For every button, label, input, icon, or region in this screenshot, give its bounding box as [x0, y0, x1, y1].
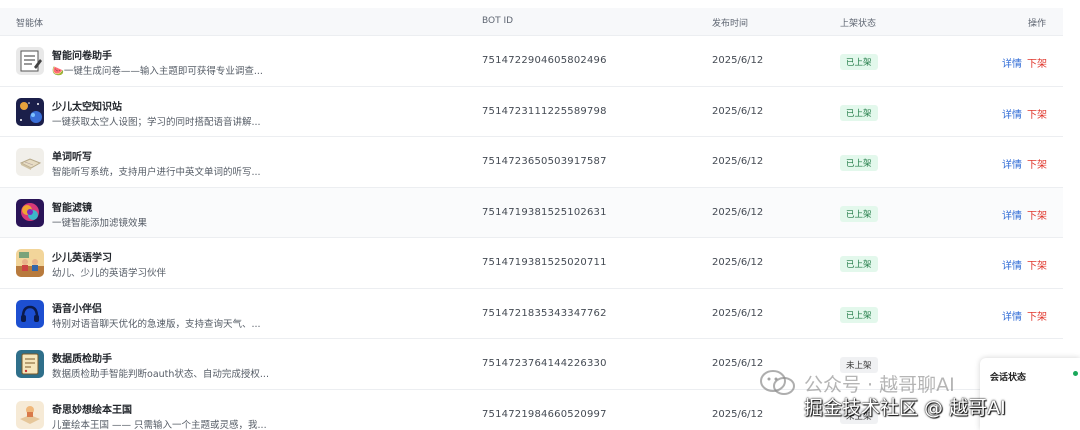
- table-row: 单词听写 智能听写系统，支持用户进行中英文单词的听写... 7514723650…: [0, 137, 1063, 188]
- bot-id: 7514722904605802496: [482, 55, 607, 66]
- bot-name: 数据质检助手: [52, 354, 112, 365]
- detail-link[interactable]: 详情: [1002, 55, 1022, 70]
- col-botid-header: BOT ID: [482, 16, 514, 26]
- bot-desc: 数据质检助手智能判断oauth状态、自动完成授权...: [52, 369, 269, 380]
- detail-link[interactable]: 详情: [1002, 156, 1022, 171]
- bot-desc: 智能听写系统，支持用户进行中英文单词的听写...: [52, 167, 261, 178]
- publish-date: 2025/6/12: [712, 257, 764, 268]
- publish-date: 2025/6/12: [712, 206, 764, 218]
- col-agent-header: 智能体: [16, 19, 44, 29]
- bot-name: 奇思妙想绘本王国: [52, 404, 132, 416]
- col-date-header: 发布时间: [712, 19, 749, 29]
- bot-desc: 幼儿、少儿的英语学习伙伴: [52, 268, 167, 279]
- status-badge: 已上架: [840, 205, 878, 222]
- bot-name: 少儿太空知识站: [52, 101, 122, 113]
- bot-id: 7514723764144226330: [482, 358, 607, 369]
- status-badge: 已上架: [840, 306, 878, 323]
- table-row: 奇思妙想绘本王国 儿童绘本王国 —— 只需输入一个主题或灵感，我... 7514…: [0, 389, 1063, 430]
- status-badge: 未上架: [840, 357, 878, 373]
- bot-id: 7514723650503917587: [482, 156, 607, 167]
- table-row: 智能问卷助手 🍉一键生成问卷——输入主题即可获得专业调查... 75147229…: [0, 36, 1063, 87]
- detail-link[interactable]: 详情: [1002, 257, 1022, 272]
- status-badge: 未上架: [840, 407, 878, 424]
- status-badge: 已上架: [840, 155, 878, 171]
- table-row: 少儿太空知识站 一键获取太空人设图；学习的同时搭配语音讲解... 7514723…: [0, 86, 1063, 137]
- online-dot: [1073, 371, 1078, 376]
- notebook-icon: [16, 148, 44, 176]
- status-badge: 已上架: [840, 256, 878, 272]
- questionnaire-icon: [16, 47, 44, 75]
- bot-desc: 特别对语音聊天优化的急速版，支持查询天气、...: [52, 318, 261, 330]
- classroom-icon: [16, 249, 44, 277]
- detail-link[interactable]: 详情: [1002, 207, 1022, 222]
- session-status-popover: 会话状态: [980, 358, 1080, 430]
- bot-id: 7514721835343347762: [482, 307, 607, 319]
- col-status-header: 上架状态: [840, 19, 877, 29]
- status-badge: 已上架: [840, 54, 878, 70]
- bot-table: 智能体 BOT ID 发布时间 上架状态 操作 智能问卷助手 🍉一键生成问卷——…: [0, 8, 1063, 430]
- picture-book-icon: [16, 400, 44, 429]
- bot-desc: 🍉一键生成问卷——输入主题即可获得专业调查...: [52, 66, 263, 77]
- headphones-icon: [16, 299, 44, 328]
- unlist-link[interactable]: 下架: [1027, 257, 1047, 272]
- bot-name: 智能问卷助手: [52, 51, 112, 62]
- table-row: 智能滤镜 一键智能添加滤镜效果 7514719381525102631 2025…: [0, 187, 1063, 238]
- unlist-link[interactable]: 下架: [1027, 55, 1047, 70]
- publish-date: 2025/6/12: [712, 156, 764, 167]
- document-check-icon: [16, 350, 44, 378]
- bot-id: 7514719381525102631: [482, 206, 607, 218]
- unlist-link[interactable]: 下架: [1027, 106, 1047, 121]
- bot-name: 少儿英语学习: [52, 253, 112, 264]
- table-header: 智能体 BOT ID 发布时间 上架状态 操作: [0, 8, 1063, 36]
- bot-name: 智能滤镜: [52, 202, 92, 214]
- space-icon: [16, 97, 44, 126]
- publish-date: 2025/6/12: [712, 55, 764, 66]
- unlist-link[interactable]: 下架: [1027, 207, 1047, 222]
- unlist-link[interactable]: 下架: [1027, 308, 1047, 323]
- table-row: 少儿英语学习 幼儿、少儿的英语学习伙伴 7514719381525020711 …: [0, 238, 1063, 289]
- publish-date: 2025/6/12: [712, 307, 764, 319]
- bot-desc: 一键获取太空人设图；学习的同时搭配语音讲解...: [52, 116, 261, 128]
- publish-date: 2025/6/12: [712, 408, 764, 420]
- detail-link[interactable]: 详情: [1002, 308, 1022, 323]
- popover-title: 会话状态: [990, 373, 1027, 383]
- table-row: 数据质检助手 数据质检助手智能判断oauth状态、自动完成授权... 75147…: [0, 339, 1063, 390]
- bot-id: 7514719381525020711: [482, 257, 607, 268]
- publish-date: 2025/6/12: [712, 358, 764, 369]
- col-ops-header: 操作: [1028, 19, 1047, 29]
- status-badge: 已上架: [840, 104, 878, 121]
- table-row: 语音小伴侣 特别对语音聊天优化的急速版，支持查询天气、... 751472183…: [0, 288, 1063, 339]
- filter-icon: [16, 198, 44, 227]
- detail-link[interactable]: 详情: [1002, 106, 1022, 121]
- bot-name: 语音小伴侣: [52, 303, 102, 315]
- publish-date: 2025/6/12: [712, 105, 764, 117]
- bot-id: 7514721984660520997: [482, 408, 607, 420]
- bot-name: 单词听写: [52, 152, 92, 163]
- bot-id: 7514723111225589798: [482, 105, 607, 117]
- bot-desc: 一键智能添加滤镜效果: [52, 217, 148, 229]
- bot-desc: 儿童绘本王国 —— 只需输入一个主题或灵感，我...: [52, 419, 267, 430]
- unlist-link[interactable]: 下架: [1027, 156, 1047, 171]
